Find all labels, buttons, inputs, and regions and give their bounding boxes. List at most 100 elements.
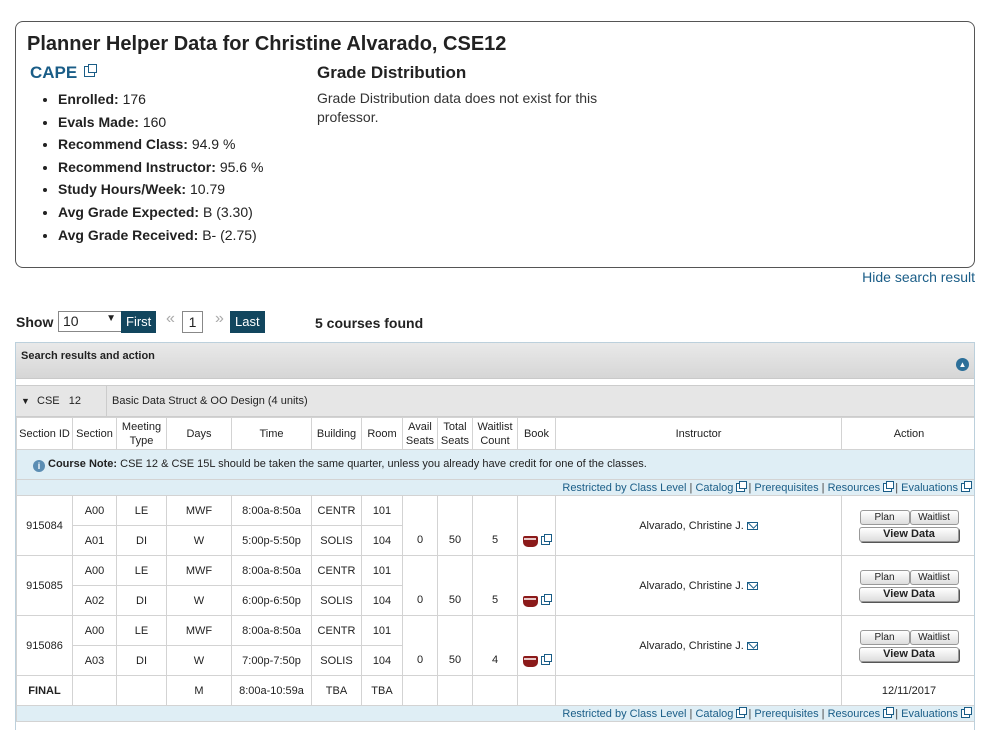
panel-title: Search results and action [21,350,155,362]
col-section: Section [72,417,117,450]
plan-button[interactable]: Plan [859,569,910,585]
prerequisites-link[interactable]: Prerequisites [754,482,818,494]
stat-value: 95.6 % [219,158,264,175]
email-icon[interactable] [746,581,758,590]
table-row: 915084 A00 LE MWF 8:00a-8:50a CENTR 101 … [16,495,974,556]
time: 8:00a-8:50a [231,495,312,526]
evaluations-link[interactable]: Evaluations [901,706,972,720]
restricted-link[interactable]: Restricted by Class Level [562,482,686,494]
resources-link[interactable]: Resources [828,480,895,494]
view-data-button[interactable]: View Data [859,526,959,542]
page-number-input[interactable]: 1 [182,311,203,333]
waitlist-button[interactable]: Waitlist [909,569,959,585]
email-icon[interactable] [746,521,758,530]
external-link-icon[interactable] [736,706,748,718]
days: W [166,645,232,676]
evaluations-label[interactable]: Evaluations [901,482,958,494]
waitlist-button[interactable]: Waitlist [909,509,959,525]
room: 101 [361,555,403,586]
waitlist-button[interactable]: Waitlist [909,629,959,645]
results-panel: Search results and action ▲ ▼ CSE 12 Bas… [15,342,975,730]
book-icon[interactable] [523,655,538,667]
meeting-type: LE [116,495,167,526]
first-page-button[interactable]: First [121,311,157,333]
time: 6:00p-6:50p [231,585,312,616]
external-link-icon[interactable] [961,480,972,492]
section-code: A01 [72,525,117,556]
external-link-icon[interactable] [541,654,552,665]
catalog-label[interactable]: Catalog [695,482,733,494]
stat-evals: Evals Made: 160 [58,111,263,134]
external-link-icon[interactable] [883,480,895,492]
stat-recommend-class: Recommend Class: 94.9 % [58,133,263,156]
col-book: Book [517,417,556,450]
stat-value: B (3.30) [202,203,253,220]
catalog-link[interactable]: Catalog [695,480,748,494]
empty-cell [472,675,518,706]
external-link-icon[interactable] [736,480,748,492]
view-data-button[interactable]: View Data [859,646,959,662]
empty-cell [437,675,473,706]
last-page-button[interactable]: Last [230,311,265,333]
col-days: Days [166,417,232,450]
plan-button[interactable]: Plan [859,509,910,525]
info-icon: i [33,459,45,472]
dropdown-arrow-icon[interactable]: ▼ [106,313,116,324]
table-row: 915086 A00 LE MWF 8:00a-8:50a CENTR 101 … [16,615,974,676]
meeting-type: DI [116,585,167,616]
col-section-id: Section ID [16,417,73,450]
col-instructor: Instructor [555,417,842,450]
col-time: Time [231,417,312,450]
view-data-button[interactable]: View Data [859,586,959,602]
external-link-icon[interactable] [541,594,552,605]
separator: | [748,481,752,494]
separator: | [689,481,693,494]
section-code: A02 [72,585,117,616]
catalog-label[interactable]: Catalog [695,708,733,720]
building: CENTR [311,615,362,646]
show-value[interactable]: 10 [63,313,79,329]
book-cell [517,555,556,616]
evaluations-label[interactable]: Evaluations [901,708,958,720]
note-text: CSE 12 & CSE 15L should be taken the sam… [120,457,647,470]
show-count-select[interactable]: 10 ▼ [58,311,122,332]
book-icon[interactable] [523,595,538,607]
stat-value: B- (2.75) [202,226,257,243]
cape-label[interactable]: CAPE [30,63,77,82]
room: 101 [361,615,403,646]
external-link-icon[interactable] [883,706,895,718]
instructor-name[interactable]: Alvarado, Christine J. [639,580,744,592]
pager: Show 10 ▼ First « 1 » Last 5 courses foun… [16,310,516,334]
book-icon[interactable] [523,535,538,547]
col-waitlist-count: Waitlist Count [472,417,518,450]
resources-label[interactable]: Resources [828,482,881,494]
evaluations-link[interactable]: Evaluations [901,480,972,494]
prerequisites-link[interactable]: Prerequisites [754,708,818,720]
plan-button[interactable]: Plan [859,629,910,645]
next-page-icon[interactable]: » [215,310,224,328]
resources-link[interactable]: Resources [828,706,895,720]
resources-label[interactable]: Resources [828,708,881,720]
stat-study-hours: Study Hours/Week: 10.79 [58,178,263,201]
external-link-icon[interactable] [541,534,552,545]
prev-page-icon[interactable]: « [166,310,175,328]
instructor-name[interactable]: Alvarado, Christine J. [639,520,744,532]
catalog-link[interactable]: Catalog [695,706,748,720]
show-label: Show [16,314,54,330]
restricted-link[interactable]: Restricted by Class Level [562,708,686,720]
collapse-icon[interactable]: ▲ [956,358,969,371]
external-link-icon[interactable] [961,706,972,718]
meeting-type: DI [116,645,167,676]
email-icon[interactable] [746,641,758,650]
external-link-icon[interactable] [83,64,97,77]
stat-value: 10.79 [190,181,226,198]
action-cell: Plan Waitlist View Data [841,555,974,616]
course-header[interactable]: ▼ CSE 12 Basic Data Struct & OO Design (… [16,385,974,417]
instructor-name[interactable]: Alvarado, Christine J. [639,640,744,652]
col-building: Building [311,417,362,450]
empty-cell [517,675,556,706]
expand-triangle-icon[interactable]: ▼ [21,396,30,406]
cape-link[interactable]: CAPE [30,63,97,83]
hide-search-result-link[interactable]: Hide search result [862,269,975,285]
days: MWF [166,555,232,586]
